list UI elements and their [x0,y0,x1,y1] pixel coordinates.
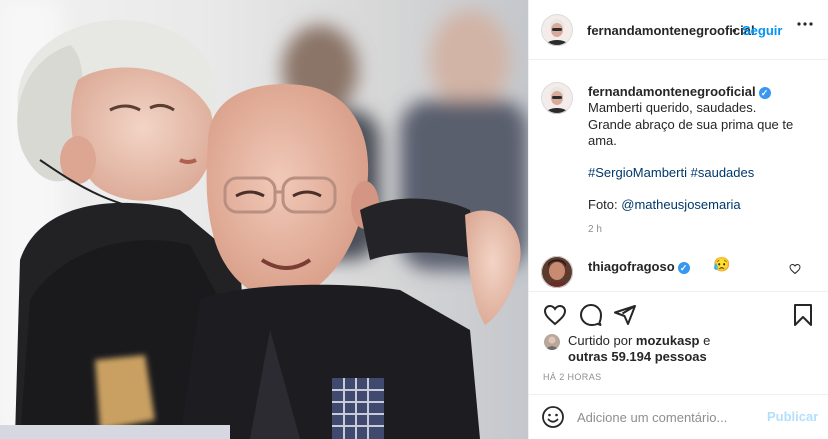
comment-button[interactable] [579,303,603,332]
bookmark-icon [794,304,812,326]
caption-timestamp[interactable]: 2 h [588,224,602,235]
photo-credit-mention-link[interactable]: @matheusjosemaria [621,197,740,212]
separator-dot: • [732,23,737,38]
caption-hashtags: #SergioMamberti #saudades [588,165,754,180]
smiley-icon-svg [542,406,564,428]
caption-line-3: ama. [588,133,617,148]
liked-by-and: e [699,333,711,348]
verified-badge-icon: ✓ [677,261,690,274]
avatar-image [544,334,560,350]
comment-icon [580,304,602,327]
comment-like-heart-icon[interactable] [789,262,801,280]
comment-text: 😥 [713,256,731,272]
post-photo[interactable] [0,0,528,439]
post-timestamp[interactable]: HÁ 2 HORAS [543,372,602,382]
publish-button[interactable]: Publicar [767,409,818,424]
heart-outline-icon [543,304,567,326]
more-horizontal-icon[interactable] [797,16,813,37]
commenter-username-link[interactable]: thiagofragoso ✓ [588,259,690,274]
commenter-avatar[interactable] [541,256,573,288]
caption-username-text: fernandamontenegrooficial [588,84,756,99]
hashtag-link[interactable]: #saudades [691,165,755,180]
likes-count-text: outras 59.194 pessoas [568,349,707,364]
account-username-link[interactable]: fernandamontenegrooficial [587,23,755,38]
liked-by-user-link[interactable]: mozukasp [636,333,700,348]
more-horizontal-icon-svg [797,22,813,26]
liker-avatar[interactable] [544,334,560,350]
liked-by-prefix: Curtido por [568,333,636,348]
instagram-post: fernandamontenegrooficial • Seguir ferna… [0,0,828,439]
verified-badge-icon: ✓ [758,86,771,99]
commenter-username-text: thiagofragoso [588,259,675,274]
comment-input[interactable] [577,407,757,427]
hashtag-link[interactable]: #SergioMamberti [588,165,687,180]
paper-plane-icon [614,305,636,325]
caption-line-2: Grande abraço de sua prima que te [588,117,794,132]
caption-avatar[interactable] [541,82,573,114]
post-side-panel: fernandamontenegrooficial • Seguir ferna… [528,0,828,439]
caption-username-link[interactable]: fernandamontenegrooficial ✓ [588,84,771,99]
likes-count-link[interactable]: outras 59.194 pessoas [568,349,707,364]
caption-line-1: Mamberti querido, saudades. [588,100,757,115]
photo-credit: Foto: @matheusjosemaria [588,197,741,212]
like-button[interactable] [543,303,567,332]
smiley-icon[interactable] [541,405,565,434]
follow-button[interactable]: Seguir [742,23,782,38]
photo-credit-prefix: Foto: [588,197,622,212]
post-header: fernandamontenegrooficial • Seguir [529,0,828,60]
post-photo-illustration [0,0,528,439]
add-comment-bar: Publicar [529,394,828,439]
account-avatar[interactable] [541,14,573,46]
liked-by-line: Curtido por mozukasp e [568,333,710,348]
share-button[interactable] [613,303,637,332]
heart-outline-icon [789,263,801,275]
save-button[interactable] [791,303,815,332]
